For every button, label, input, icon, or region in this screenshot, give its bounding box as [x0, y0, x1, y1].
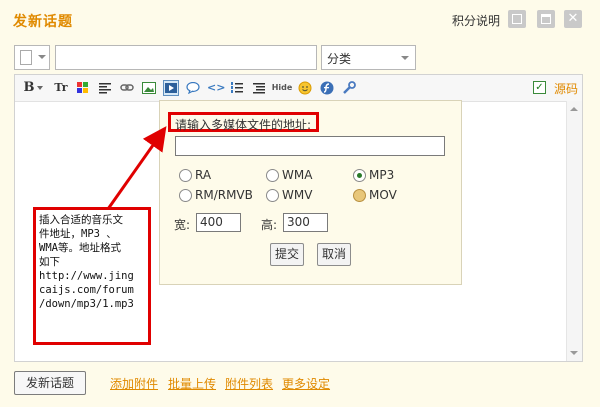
format-radio-wmv[interactable]: [266, 189, 279, 202]
media-url-input[interactable]: [175, 136, 445, 156]
annotation-line: 插入合适的音乐文: [39, 214, 123, 226]
smiley-icon[interactable]: [297, 80, 313, 96]
post-type-select[interactable]: [14, 45, 50, 70]
code-icon[interactable]: <>: [207, 80, 225, 96]
points-help-link[interactable]: 积分说明: [452, 12, 500, 29]
image-icon[interactable]: [141, 80, 157, 96]
align-icon[interactable]: [97, 80, 113, 96]
annotation-line: http://www.jing: [39, 270, 134, 282]
editor-toolbar: B Tr <> Hide ✓ 源码: [15, 75, 582, 102]
maximize-button[interactable]: [537, 10, 555, 28]
color-icon[interactable]: [75, 80, 91, 96]
prompt-highlight: 请输入多媒体文件的地址:: [168, 112, 319, 132]
height-input[interactable]: 300: [283, 213, 328, 232]
popout-button[interactable]: [508, 10, 526, 28]
document-icon: [20, 50, 32, 65]
annotation-line: WMA等。地址格式: [39, 242, 121, 254]
format-label-rm: RM/RMVB: [195, 188, 253, 202]
annotation-line: 件地址，MP3 、: [39, 228, 117, 240]
format-label-wmv: WMV: [282, 188, 313, 202]
format-label-mov: MOV: [369, 188, 397, 202]
format-label-wma: WMA: [282, 168, 313, 182]
width-input[interactable]: 400: [196, 213, 241, 232]
ordered-list-icon[interactable]: [229, 80, 245, 96]
source-checkbox[interactable]: ✓: [533, 81, 546, 94]
annotation-note: 插入合适的音乐文 件地址，MP3 、 WMA等。地址格式 如下 http://w…: [33, 207, 151, 345]
media-icon[interactable]: [163, 80, 179, 96]
batch-upload-link[interactable]: 批量上传: [168, 375, 216, 392]
close-icon: ✕: [567, 11, 579, 26]
font-size-icon[interactable]: Tr: [53, 80, 69, 96]
flash-icon[interactable]: [319, 80, 335, 96]
unordered-list-icon[interactable]: [251, 80, 267, 96]
scroll-down-icon[interactable]: [570, 351, 578, 355]
annotation-line: 如下: [39, 256, 60, 268]
add-attachment-link[interactable]: 添加附件: [110, 375, 158, 392]
editor-scrollbar[interactable]: [566, 101, 582, 361]
width-label: 宽:: [174, 218, 191, 232]
scroll-up-icon[interactable]: [570, 107, 578, 111]
close-button[interactable]: ✕: [564, 10, 582, 28]
source-label: 源码: [553, 82, 578, 96]
height-label: 高:: [261, 218, 278, 232]
format-radio-wma[interactable]: [266, 169, 279, 182]
category-select[interactable]: 分类: [321, 45, 416, 70]
quote-icon[interactable]: [185, 80, 201, 96]
maximize-icon: [541, 14, 551, 24]
annotation-line: caijs.com/forum: [39, 284, 134, 296]
link-icon[interactable]: [119, 80, 135, 96]
format-label-ra: RA: [195, 168, 212, 182]
submit-button[interactable]: 提交: [270, 243, 304, 266]
popout-icon: [512, 14, 522, 24]
format-radio-mov[interactable]: [353, 189, 366, 202]
chevron-down-icon: [38, 55, 46, 59]
page-title: 发新话题: [13, 14, 73, 30]
format-radio-mp3[interactable]: [353, 169, 366, 182]
hide-icon[interactable]: Hide: [271, 80, 293, 96]
media-url-prompt: 请输入多媒体文件的地址:: [175, 118, 312, 132]
format-label-mp3: MP3: [369, 168, 395, 182]
category-value: 分类: [327, 52, 352, 66]
format-radio-ra[interactable]: [179, 169, 192, 182]
more-settings-link[interactable]: 更多设定: [282, 375, 330, 392]
post-topic-button[interactable]: 发新话题: [14, 371, 86, 395]
attachment-list-link[interactable]: 附件列表: [225, 375, 273, 392]
bold-icon[interactable]: B: [23, 80, 35, 96]
chevron-down-icon: [401, 56, 409, 60]
cancel-button[interactable]: 取消: [317, 243, 351, 266]
chevron-down-icon[interactable]: [37, 80, 45, 96]
format-radio-rm[interactable]: [179, 189, 192, 202]
tools-icon[interactable]: [341, 80, 357, 96]
subject-input[interactable]: [55, 45, 317, 70]
annotation-line: /down/mp3/1.mp3: [39, 298, 134, 310]
